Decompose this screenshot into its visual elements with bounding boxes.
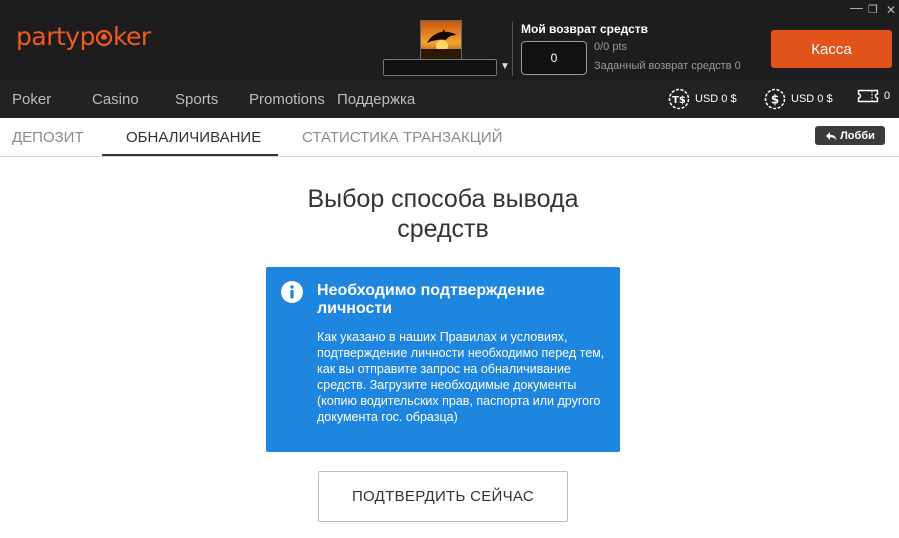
main-nav: Poker Casino Sports Promotions Поддержка…: [0, 80, 899, 118]
notice-heading: Необходимо подтверждение личности: [317, 282, 545, 317]
close-icon[interactable]: ✕: [886, 3, 896, 17]
tournament-balance[interactable]: T$ USD 0 $: [668, 88, 737, 110]
tournament-dollar-icon: T$: [668, 88, 690, 110]
tab-deposit[interactable]: ДЕПОЗИТ: [12, 129, 84, 146]
avatar-select[interactable]: [383, 59, 497, 76]
notice-text: Как указано в наших Правилах и условиях,…: [317, 330, 605, 424]
logo-part1: party: [16, 22, 80, 51]
verification-notice: Необходимо подтверждение личности Как ук…: [266, 267, 620, 452]
cashback-value-box: 0: [521, 41, 587, 75]
confirm-now-button[interactable]: ПОДТВЕРДИТЬ СЕЙЧАС: [318, 471, 568, 522]
nav-item-support[interactable]: Поддержка: [337, 91, 415, 108]
app-header: partyp ker — ❐ ✕ ▼ Мой возврат средств 0 …: [0, 0, 899, 80]
restore-icon[interactable]: ❐: [868, 3, 878, 16]
page-title-line2: средств: [397, 215, 489, 243]
cashback-points: 0/0 pts: [594, 41, 628, 53]
spade-icon: [95, 23, 113, 47]
page-title: Выбор способа вывода средств: [243, 184, 643, 244]
cashback-title: Мой возврат средств: [521, 22, 649, 36]
active-tab-indicator: [102, 154, 278, 156]
avatar[interactable]: [420, 20, 462, 60]
logo-part2: ker: [112, 22, 151, 51]
ticket-icon: [857, 89, 879, 103]
partypoker-logo[interactable]: partyp ker: [16, 22, 151, 51]
nav-item-promotions[interactable]: Promotions: [249, 91, 325, 108]
cashier-tabs: ДЕПОЗИТ ОБНАЛИЧИВАНИЕ СТАТИСТИКА ТРАНЗАК…: [0, 118, 899, 157]
caret-down-icon[interactable]: ▼: [500, 61, 510, 72]
tickets-balance-label: 0: [884, 90, 891, 102]
cashier-button[interactable]: Касса: [771, 30, 892, 68]
svg-text:T$: T$: [672, 95, 686, 106]
svg-text:$: $: [771, 93, 779, 107]
logo-p: p: [79, 22, 96, 51]
nav-item-poker[interactable]: Poker: [12, 91, 51, 108]
info-icon: [281, 281, 303, 303]
tab-transaction-history[interactable]: СТАТИСТИКА ТРАНЗАКЦИЙ: [302, 129, 502, 146]
cashback-target: Заданный возврат средств 0: [594, 60, 741, 72]
lobby-label: Лобби: [840, 129, 875, 142]
dollar-coin-icon: $: [764, 88, 786, 110]
dolphin-sunset-image: [421, 21, 461, 59]
page-title-line1: Выбор способа вывода: [307, 185, 579, 213]
nav-item-casino[interactable]: Casino: [92, 91, 139, 108]
nav-item-sports[interactable]: Sports: [175, 91, 218, 108]
cash-balance[interactable]: $ USD 0 $: [764, 88, 833, 110]
lobby-button[interactable]: Лобби: [815, 126, 885, 145]
back-arrow-icon: [826, 131, 837, 140]
cash-balance-label: USD 0 $: [791, 93, 833, 105]
tournament-balance-label: USD 0 $: [695, 93, 737, 105]
tickets-balance[interactable]: 0: [857, 88, 890, 104]
tab-withdraw[interactable]: ОБНАЛИЧИВАНИЕ: [126, 129, 261, 146]
divider: [512, 22, 513, 76]
minimize-icon[interactable]: —: [850, 0, 863, 15]
